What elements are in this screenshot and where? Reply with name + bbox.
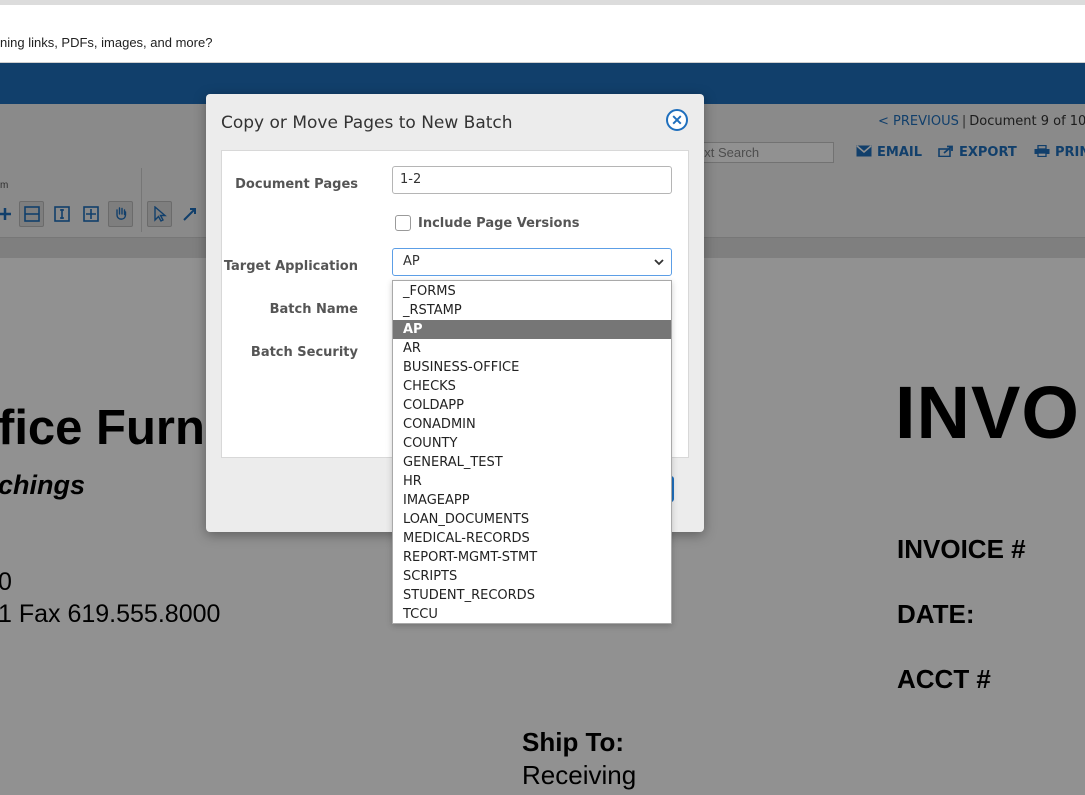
dropdown-option[interactable]: AR bbox=[393, 339, 671, 358]
target-application-label: Target Application bbox=[223, 259, 358, 274]
dropdown-option[interactable]: AP bbox=[393, 320, 671, 339]
target-application-dropdown: _FORMS _RSTAMP AP AR BUSINESS-OFFICE CHECKS CO… bbox=[392, 280, 672, 624]
dropdown-option[interactable]: CHECKS bbox=[393, 377, 671, 396]
batch-security-label: Batch Security bbox=[250, 345, 358, 360]
batch-name-label: Batch Name bbox=[269, 302, 358, 317]
dropdown-option[interactable]: SCRIPTS bbox=[393, 567, 671, 586]
dropdown-option[interactable]: _RSTAMP bbox=[393, 301, 671, 320]
dropdown-option[interactable]: LOAN_DOCUMENTS bbox=[393, 510, 671, 529]
dropdown-option[interactable]: TCCU bbox=[393, 605, 671, 624]
chevron-down-icon bbox=[654, 259, 664, 266]
dropdown-option[interactable]: IMAGEAPP bbox=[393, 491, 671, 510]
dropdown-option[interactable]: COLDAPP bbox=[393, 396, 671, 415]
dropdown-option[interactable]: BUSINESS-OFFICE bbox=[393, 358, 671, 377]
dropdown-option[interactable]: MEDICAL-RECORDS bbox=[393, 529, 671, 548]
include-page-versions-label: Include Page Versions bbox=[418, 216, 580, 231]
dropdown-option[interactable]: COUNTY bbox=[393, 434, 671, 453]
document-pages-input[interactable]: 1-2 bbox=[392, 166, 672, 194]
dropdown-option[interactable]: _FORMS bbox=[393, 282, 671, 301]
target-application-value: AP bbox=[403, 254, 420, 269]
dropdown-option[interactable]: HR bbox=[393, 472, 671, 491]
document-pages-label: Document Pages bbox=[235, 177, 358, 192]
close-icon[interactable]: ✕ bbox=[666, 109, 688, 131]
target-application-select[interactable]: AP bbox=[392, 248, 672, 276]
dialog-title: Copy or Move Pages to New Batch bbox=[221, 113, 513, 133]
browser-notification-bar: ning links, PDFs, images, and more? bbox=[0, 0, 1085, 63]
include-page-versions-checkbox[interactable] bbox=[395, 215, 411, 231]
notification-text: ning links, PDFs, images, and more? bbox=[0, 35, 213, 50]
dropdown-option[interactable]: CONADMIN bbox=[393, 415, 671, 434]
dropdown-option[interactable]: GENERAL_TEST bbox=[393, 453, 671, 472]
dropdown-option[interactable]: REPORT-MGMT-STMT bbox=[393, 548, 671, 567]
dropdown-option[interactable]: STUDENT_RECORDS bbox=[393, 586, 671, 605]
